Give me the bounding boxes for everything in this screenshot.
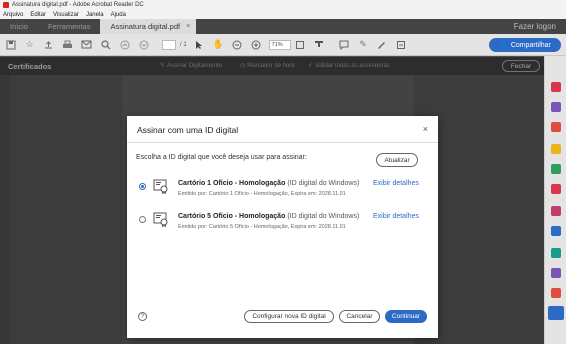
zoom-out-icon[interactable] <box>231 38 244 51</box>
show-details-link[interactable]: Exibir detalhes <box>373 180 419 187</box>
close-icon[interactable]: × <box>186 23 190 30</box>
redact-icon[interactable] <box>551 206 561 216</box>
page-navigator: / 1 <box>162 39 187 50</box>
comment-tool-icon[interactable] <box>551 144 561 154</box>
tab-bar: Início Ferramentas Assinatura digital.pd… <box>0 19 566 34</box>
main-toolbar: ☆ / 1 ✋ 71% ✎ 👤 Compartilhar <box>0 34 566 56</box>
email-icon[interactable] <box>80 38 93 51</box>
save-icon[interactable] <box>4 38 17 51</box>
right-tools-pane <box>544 56 566 344</box>
fit-page-icon[interactable] <box>294 38 307 51</box>
select-cursor-icon[interactable] <box>193 38 206 51</box>
dialog-header: Assinar com uma ID digital × <box>127 116 438 143</box>
print-production-icon[interactable] <box>551 288 561 298</box>
digital-id-issuer: Emitido por: Cartório 5 Ofício - Homolog… <box>178 224 346 230</box>
sign-digital-id-dialog: Assinar com uma ID digital × Escolha a I… <box>127 116 438 338</box>
measure-icon[interactable] <box>551 268 561 278</box>
certificates-tool-icon[interactable] <box>548 306 564 320</box>
digital-id-radio[interactable] <box>139 216 146 223</box>
upload-icon[interactable] <box>42 38 55 51</box>
digital-id-radio[interactable] <box>139 183 146 190</box>
compare-icon[interactable] <box>551 248 561 258</box>
menu-ajuda[interactable]: Ajuda <box>111 12 126 18</box>
export-pdf-icon[interactable] <box>551 122 561 132</box>
digital-id-name: Cartório 5 Ofício - Homologação <box>178 213 286 220</box>
digital-id-type: (ID digital do Windows) <box>287 213 360 220</box>
window-titlebar: Assinatura digital.pdf - Adobe Acrobat R… <box>0 0 566 10</box>
pen-icon[interactable]: ✎ <box>357 38 370 51</box>
login-link[interactable]: Fazer logon <box>514 19 566 34</box>
zoom-in-icon[interactable] <box>250 38 263 51</box>
menu-janela[interactable]: Janela <box>86 12 104 18</box>
digital-id-title: Cartório 1 Ofício - Homologação (ID digi… <box>178 180 359 187</box>
menu-bar: Arquivo Editar Visualizar Janela Ajuda <box>0 10 566 19</box>
search-icon[interactable] <box>99 38 112 51</box>
show-details-link[interactable]: Exibir detalhes <box>373 213 419 220</box>
share-button[interactable]: 👤 Compartilhar <box>489 38 561 52</box>
share-button-label: Compartilhar <box>510 41 551 49</box>
menu-editar[interactable]: Editar <box>30 12 46 18</box>
tab-document-label: Assinatura digital.pdf <box>110 22 181 31</box>
tab-ferramentas[interactable]: Ferramentas <box>38 19 101 34</box>
digital-id-row[interactable]: Cartório 5 Ofício - Homologação (ID digi… <box>127 211 438 243</box>
acrobat-logo-icon <box>3 2 9 8</box>
page-up-icon[interactable] <box>118 38 131 51</box>
comment-icon[interactable] <box>338 38 351 51</box>
edit-pdf-icon[interactable] <box>551 102 561 112</box>
hand-tool-icon[interactable]: ✋ <box>212 38 225 51</box>
fill-sign-icon[interactable] <box>376 38 389 51</box>
cancel-button[interactable]: Cancelar <box>339 310 380 323</box>
dialog-instruction: Escolha a ID digital que você deseja usa… <box>136 154 307 161</box>
tab-inicio[interactable]: Início <box>0 19 38 34</box>
page-total: / 1 <box>180 41 187 48</box>
tab-document[interactable]: Assinatura digital.pdf × <box>100 19 197 34</box>
create-pdf-icon[interactable] <box>551 82 561 92</box>
organize-pages-icon[interactable] <box>551 184 561 194</box>
refresh-button[interactable]: Atualizar <box>376 153 418 167</box>
digital-id-type: (ID digital do Windows) <box>287 180 360 187</box>
zoom-level-select[interactable]: 71% <box>268 39 291 50</box>
menu-arquivo[interactable]: Arquivo <box>3 12 23 18</box>
continue-button[interactable]: Continuar <box>385 310 427 323</box>
certificate-icon <box>153 212 169 228</box>
bookmark-star-icon[interactable]: ☆ <box>23 38 36 51</box>
menu-visualizar[interactable]: Visualizar <box>53 12 79 18</box>
stamp-icon[interactable] <box>313 38 326 51</box>
close-icon[interactable]: × <box>423 124 428 134</box>
share-icon: 👤 <box>499 42 508 49</box>
dialog-title: Assinar com uma ID digital <box>137 125 239 135</box>
print-icon[interactable] <box>61 38 74 51</box>
protect-icon[interactable] <box>551 226 561 236</box>
digital-id-row[interactable]: Cartório 1 Ofício - Homologação (ID digi… <box>127 178 438 210</box>
window-title: Assinatura digital.pdf - Adobe Acrobat R… <box>12 2 144 8</box>
digital-id-issuer: Emitido por: Cartório 1 Ofício - Homolog… <box>178 191 346 197</box>
configure-new-id-button[interactable]: Configurar nova ID digital <box>244 310 334 323</box>
digital-id-title: Cartório 5 Ofício - Homologação (ID digi… <box>178 213 359 220</box>
export-pdf-icon[interactable] <box>395 38 408 51</box>
combine-files-icon[interactable] <box>551 164 561 174</box>
certificate-icon <box>153 179 169 195</box>
page-number-input[interactable] <box>162 39 176 50</box>
page-down-icon[interactable] <box>137 38 150 51</box>
digital-id-name: Cartório 1 Ofício - Homologação <box>178 180 286 187</box>
help-icon[interactable]: ? <box>138 312 147 321</box>
